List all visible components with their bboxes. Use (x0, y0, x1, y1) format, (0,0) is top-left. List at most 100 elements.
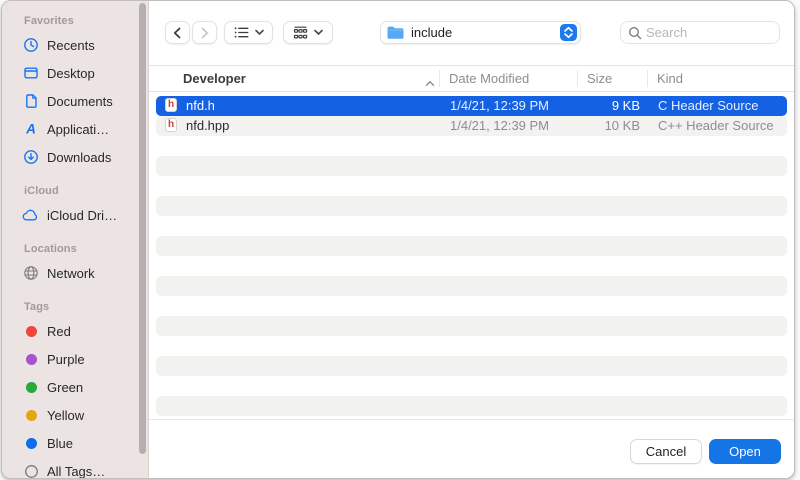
tag-dot (26, 354, 37, 365)
column-header-name[interactable]: Developer (183, 66, 246, 91)
sidebar-item-downloads[interactable]: Downloads (2, 143, 148, 171)
file-type-icon: h (165, 118, 177, 132)
sidebar-section: Favorites Recents Desktop Documents A Applica… (2, 15, 148, 171)
empty-row (156, 376, 787, 396)
tag-dot (22, 407, 40, 424)
sidebar-item-label: Yellow (47, 408, 84, 423)
empty-row (156, 396, 787, 416)
sidebar-scrollbar[interactable] (139, 3, 146, 454)
tag-dot (22, 435, 40, 452)
forward-button[interactable] (192, 21, 217, 44)
sidebar-item-label: Recents (47, 38, 95, 53)
sidebar-section: Tags Red Purple Green Yellow Blue All Tags… (2, 301, 148, 478)
file-list: h nfd.h 1/4/21, 12:39 PM 9 KB C Header Sourc… (156, 96, 787, 416)
chevron-down-icon (255, 29, 264, 36)
file-row[interactable]: h nfd.hpp 1/4/21, 12:39 PM 10 KB C++ Header … (156, 116, 787, 136)
file-date-modified: 1/4/21, 12:39 PM (450, 96, 549, 116)
sidebar-item-network[interactable]: Network (2, 259, 148, 287)
sidebar: Favorites Recents Desktop Documents A Applica… (2, 1, 149, 478)
document-icon (22, 93, 40, 110)
cancel-button[interactable]: Cancel (630, 439, 702, 464)
column-divider (577, 70, 578, 87)
search-field[interactable] (620, 21, 780, 44)
sidebar-item-label: Blue (47, 436, 73, 451)
sidebar-item-label: Applicati… (47, 122, 109, 137)
tag-dot (22, 323, 40, 340)
sidebar-item-label: Purple (47, 352, 85, 367)
chevron-left-icon (171, 26, 184, 40)
desktop-icon (22, 65, 40, 82)
search-icon (628, 26, 642, 40)
tag-dot (26, 410, 37, 421)
sidebar-item-icloud-dri[interactable]: iCloud Dri… (2, 201, 148, 229)
globe-icon (22, 265, 40, 282)
group-view-icon (293, 26, 308, 40)
back-button[interactable] (165, 21, 190, 44)
sidebar-section-label: Favorites (24, 15, 148, 27)
sidebar-item-label: Desktop (47, 66, 95, 81)
downloads-icon (22, 149, 40, 166)
sidebar-item-label: iCloud Dri… (47, 208, 117, 223)
empty-row (156, 216, 787, 236)
main-pane: include Developer Date Modified Size Kin… (149, 1, 794, 478)
sidebar-item-label: Downloads (47, 150, 111, 165)
empty-row (156, 316, 787, 336)
file-type-icon: h (165, 98, 177, 112)
file-size: 9 KB (578, 96, 640, 116)
file-name: nfd.h (186, 96, 215, 116)
sidebar-item-desktop[interactable]: Desktop (2, 59, 148, 87)
empty-row (156, 276, 787, 296)
empty-row (156, 156, 787, 176)
list-view-icon (234, 26, 249, 39)
sidebar-item-yellow[interactable]: Yellow (2, 401, 148, 429)
sidebar-item-label: All Tags… (47, 464, 105, 479)
list-view-button[interactable] (224, 21, 273, 44)
tag-dot (22, 351, 40, 368)
svg-text:A: A (25, 121, 36, 136)
sidebar-item-label: Red (47, 324, 71, 339)
empty-row (156, 336, 787, 356)
sidebar-item-recents[interactable]: Recents (2, 31, 148, 59)
search-input[interactable] (646, 25, 764, 40)
applications-icon: A (22, 121, 40, 138)
sidebar-section-label: Tags (24, 301, 148, 313)
file-kind: C++ Header Source (658, 116, 774, 136)
file-kind: C Header Source (658, 96, 758, 116)
sidebar-item-label: Documents (47, 94, 113, 109)
location-dropdown[interactable]: include (380, 21, 581, 44)
group-view-button[interactable] (283, 21, 333, 44)
sidebar-item-purple[interactable]: Purple (2, 345, 148, 373)
column-header-kind[interactable]: Kind (657, 66, 683, 91)
sidebar-section: LocationsNetwork (2, 243, 148, 287)
stepper-icon (560, 24, 577, 41)
column-header-row: Developer Date Modified Size Kind (149, 65, 794, 92)
sidebar-section-label: iCloud (24, 185, 148, 197)
sidebar-content: Favorites Recents Desktop Documents A Applica… (2, 1, 148, 478)
sidebar-item-label: Green (47, 380, 83, 395)
sidebar-item-applicati[interactable]: A Applicati… (2, 115, 148, 143)
empty-row (156, 236, 787, 256)
tag-dot (26, 438, 37, 449)
clock-icon (22, 37, 40, 54)
column-header-date-modified[interactable]: Date Modified (449, 66, 529, 91)
sidebar-item-documents[interactable]: Documents (2, 87, 148, 115)
file-date-modified: 1/4/21, 12:39 PM (450, 116, 549, 136)
sidebar-item-all-tags[interactable]: All Tags… (2, 457, 148, 478)
tag-dot (22, 379, 40, 396)
file-name: nfd.hpp (186, 116, 229, 136)
open-button[interactable]: Open (709, 439, 781, 464)
cloud-icon (22, 207, 40, 224)
empty-row (156, 256, 787, 276)
sidebar-section: iCloud iCloud Dri… (2, 185, 148, 229)
sidebar-item-blue[interactable]: Blue (2, 429, 148, 457)
tag-dot (26, 326, 37, 337)
sidebar-item-red[interactable]: Red (2, 317, 148, 345)
sidebar-item-green[interactable]: Green (2, 373, 148, 401)
empty-row (156, 176, 787, 196)
file-size: 10 KB (578, 116, 640, 136)
file-row[interactable]: h nfd.h 1/4/21, 12:39 PM 9 KB C Header Sourc… (156, 96, 787, 116)
dialog-footer: Cancel Open (149, 419, 794, 478)
column-divider (439, 70, 440, 87)
column-header-size[interactable]: Size (587, 66, 612, 91)
chevron-down-icon (314, 29, 323, 36)
